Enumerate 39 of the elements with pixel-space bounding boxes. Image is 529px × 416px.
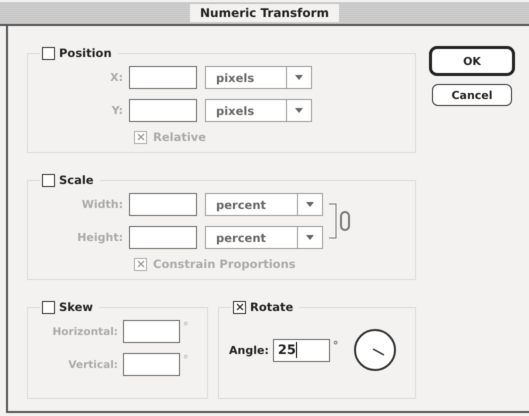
angle-dial-icon[interactable] [353, 328, 397, 372]
ok-button[interactable]: OK [429, 46, 515, 76]
field-label: Height: [76, 231, 123, 244]
check-mark-icon [136, 132, 146, 142]
field-label: Angle: [229, 344, 269, 356]
field-label: Vertical: [67, 358, 118, 370]
group-label: Skew [59, 300, 94, 314]
group-label: Scale [59, 173, 94, 187]
degree-sign: ° [183, 353, 188, 366]
field-label: Horizontal: [52, 326, 118, 338]
degree-sign: ° [332, 338, 338, 352]
check-mark-icon [234, 302, 244, 312]
group-label: Position [59, 46, 112, 60]
checkbox[interactable] [233, 300, 246, 314]
input-field[interactable] [129, 66, 197, 89]
dropdown-arrow-icon [306, 202, 314, 207]
link-icon[interactable] [329, 203, 353, 239]
group-label: Rotate [250, 300, 294, 314]
checkbox[interactable] [42, 46, 55, 60]
check-mark-icon [136, 259, 146, 269]
input-field[interactable] [129, 226, 197, 249]
checkbox-label: Relative [153, 130, 206, 144]
cancel-button[interactable]: Cancel [432, 84, 512, 106]
window-title: Numeric Transform [190, 4, 339, 22]
input-field[interactable]: 25 [272, 338, 330, 362]
degree-sign: ° [183, 320, 188, 333]
input-field[interactable] [129, 193, 197, 216]
field-label: Width: [80, 198, 123, 211]
field-label: Y: [110, 104, 123, 117]
checkbox[interactable] [42, 300, 55, 314]
field-label: X: [109, 71, 123, 84]
input-field[interactable] [123, 320, 180, 343]
dropdown-arrow-icon [295, 75, 303, 80]
dropdown-arrow-icon [295, 108, 303, 113]
checkbox-label: Constrain Proportions [153, 257, 296, 271]
checkbox[interactable] [42, 174, 55, 186]
input-field[interactable] [123, 353, 180, 376]
dropdown-arrow-icon [306, 235, 314, 240]
input-field[interactable] [129, 99, 197, 122]
